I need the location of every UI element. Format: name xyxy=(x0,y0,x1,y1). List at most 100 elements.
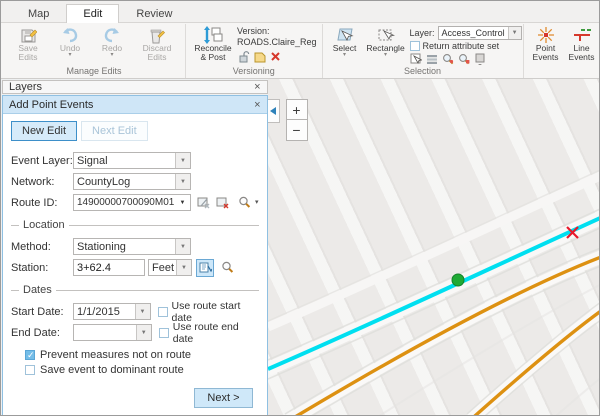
add-point-events-pane: Add Point Events × New Edit Next Edit Ev… xyxy=(2,95,268,416)
select-features-tool-icon[interactable] xyxy=(410,52,423,65)
return-attribute-set-checkbox[interactable] xyxy=(410,41,420,51)
end-date-picker[interactable]: ▼ xyxy=(73,324,152,341)
undo-button[interactable]: Undo ▾ xyxy=(50,25,90,58)
rectangle-caret-icon: ▾ xyxy=(384,53,387,58)
pan-to-selection-icon[interactable] xyxy=(458,52,471,65)
version-label: Version: xyxy=(237,26,317,36)
group-edit-events: Point Events Line Events Event Replaceme… xyxy=(523,24,600,78)
zoom-out-button[interactable]: − xyxy=(286,120,308,141)
map-zoom-control: + − xyxy=(286,99,308,141)
layers-pane-close-icon[interactable]: × xyxy=(254,81,260,93)
prevent-measures-label: Prevent measures not on route xyxy=(40,349,191,361)
add-point-events-title: Add Point Events xyxy=(9,99,93,111)
layers-pane-header[interactable]: Layers × xyxy=(2,80,268,94)
zoom-route-caret-icon[interactable]: ▾ xyxy=(255,200,259,205)
station-unit-combo-arrow-icon: ▼ xyxy=(176,260,191,275)
route-id-combobox[interactable]: 14900000700090M01 ▼ xyxy=(73,194,191,211)
tab-edit[interactable]: Edit xyxy=(66,4,119,23)
return-attribute-set-label: Return attribute set xyxy=(423,41,500,51)
new-version-icon[interactable] xyxy=(253,50,266,63)
tab-map[interactable]: Map xyxy=(11,4,66,23)
group-label-manage-edits: Manage Edits xyxy=(8,65,180,78)
method-combobox[interactable]: Stationing ▼ xyxy=(73,238,191,255)
group-versioning: Reconcile & Post Version: ROADS.Claire_R… xyxy=(185,24,322,78)
new-edit-button[interactable]: New Edit xyxy=(11,121,77,141)
discard-edits-icon xyxy=(149,26,165,44)
point-events-icon xyxy=(537,26,555,44)
select-route-on-map-icon[interactable] xyxy=(195,194,213,212)
point-events-button[interactable]: Point Events xyxy=(529,25,563,62)
version-controls: Version: ROADS.Claire_Reg xyxy=(237,25,317,63)
pick-station-on-map-button[interactable] xyxy=(196,259,214,277)
select-icon xyxy=(336,26,354,44)
pane-collapse-button[interactable] xyxy=(268,99,280,123)
arcgis-pro-window: Map Edit Review Save Edits xyxy=(0,0,600,416)
reconcile-post-button[interactable]: Reconcile & Post xyxy=(191,25,235,62)
use-route-end-date-checkbox[interactable] xyxy=(159,328,169,338)
save-edits-button[interactable]: Save Edits xyxy=(8,25,48,62)
next-button[interactable]: Next > xyxy=(194,388,252,408)
redo-button[interactable]: Redo ▾ xyxy=(92,25,132,58)
dates-section-separator: Dates xyxy=(11,284,259,296)
ghost-road-bands xyxy=(268,161,599,415)
zoom-to-station-icon[interactable] xyxy=(218,259,236,277)
line-events-button[interactable]: Line Events xyxy=(565,25,599,62)
version-value: ROADS.Claire_Reg xyxy=(237,37,317,47)
use-route-start-date-checkbox[interactable] xyxy=(158,307,168,317)
ribbon: Map Edit Review Save Edits xyxy=(1,1,599,79)
left-dock: Layers × Add Point Events × New Edit Nex… xyxy=(1,79,268,415)
zoom-to-route-icon[interactable] xyxy=(235,194,253,212)
attributes-list-tool-icon[interactable] xyxy=(426,52,439,65)
start-date-label: Start Date: xyxy=(11,306,73,318)
start-date-arrow-icon: ▼ xyxy=(135,304,150,319)
next-edit-button[interactable]: Next Edit xyxy=(81,121,148,141)
route-id-combo-arrow-icon: ▼ xyxy=(175,195,190,210)
group-label-versioning: Versioning xyxy=(191,65,317,78)
prevent-measures-checkbox[interactable] xyxy=(25,350,35,360)
map-view[interactable]: + − xyxy=(268,79,599,415)
select-caret-icon: ▾ xyxy=(343,53,346,58)
redo-caret-icon: ▾ xyxy=(110,53,113,58)
add-point-events-header[interactable]: Add Point Events × xyxy=(3,96,267,114)
add-point-events-close-icon[interactable]: × xyxy=(254,99,260,111)
save-dominant-route-label: Save event to dominant route xyxy=(40,364,184,376)
ribbon-body: Save Edits Undo ▾ Redo ▾ xyxy=(1,23,599,78)
end-date-arrow-icon: ▼ xyxy=(136,325,151,340)
rectangle-select-button[interactable]: Rectangle ▾ xyxy=(364,25,408,58)
method-combo-arrow-icon: ▼ xyxy=(175,239,190,254)
save-dominant-route-checkbox[interactable] xyxy=(25,365,35,375)
start-date-picker[interactable]: 1/1/2015 ▼ xyxy=(73,303,151,320)
selection-options: Layer: Access_Control ▼ Return attribute… xyxy=(410,25,518,65)
layer-combobox[interactable]: Access_Control ▼ xyxy=(438,26,522,40)
group-selection: Select ▾ Rectangle ▾ Layer: xyxy=(322,24,523,78)
station-input[interactable] xyxy=(73,259,145,276)
zoom-in-button[interactable]: + xyxy=(286,99,308,120)
redo-icon xyxy=(103,26,121,44)
clear-selection-tool-icon[interactable] xyxy=(474,52,487,65)
delete-version-icon[interactable] xyxy=(269,50,282,63)
station-unit-combobox[interactable]: Feet ▼ xyxy=(148,259,192,276)
select-button[interactable]: Select ▾ xyxy=(328,25,362,58)
location-section-separator: Location xyxy=(11,219,259,231)
event-layer-combobox[interactable]: Signal ▼ xyxy=(73,152,191,169)
group-label-selection: Selection xyxy=(328,65,518,78)
rectangle-select-icon xyxy=(377,26,395,44)
group-label-edit-events: Edit Events xyxy=(529,65,600,78)
layer-combo-arrow-icon: ▼ xyxy=(508,27,521,39)
route-id-label: Route ID: xyxy=(11,197,73,209)
discard-edits-button[interactable]: Discard Edits xyxy=(134,25,180,62)
unlock-version-icon[interactable] xyxy=(237,50,250,63)
location-section-label: Location xyxy=(19,219,69,231)
network-combobox[interactable]: CountyLog ▼ xyxy=(73,173,191,190)
dates-section-label: Dates xyxy=(19,284,56,296)
map-graphics-layer xyxy=(268,79,599,415)
undo-icon xyxy=(61,26,79,44)
new-event-point-marker xyxy=(452,274,464,286)
tab-review[interactable]: Review xyxy=(119,4,189,23)
clear-route-selection-icon[interactable] xyxy=(214,194,232,212)
use-route-end-date-label: Use route end date xyxy=(173,321,259,345)
event-layer-label: Event Layer: xyxy=(11,155,73,167)
network-label: Network: xyxy=(11,176,73,188)
network-combo-arrow-icon: ▼ xyxy=(175,174,190,189)
zoom-to-selection-icon[interactable] xyxy=(442,52,455,65)
